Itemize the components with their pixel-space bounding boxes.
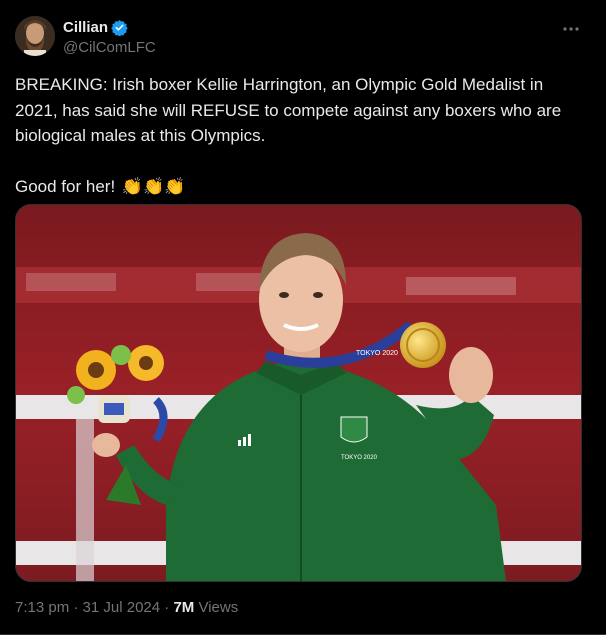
tweet-photo[interactable]: TOKYO 2020 TOKYO 2020 (15, 204, 582, 582)
tweet-paragraph-1: BREAKING: Irish boxer Kellie Harrington,… (15, 75, 562, 145)
views-label: Views (198, 599, 239, 616)
tweet-paragraph-2: Good for her! 👏👏👏 (15, 174, 575, 200)
meta-separator: · (164, 599, 170, 616)
tweet-paragraph-2-text: Good for her! (15, 176, 116, 196)
avatar[interactable] (15, 16, 55, 56)
clapping-hands-emoji: 👏👏👏 (121, 176, 186, 196)
more-icon[interactable] (560, 18, 582, 40)
tweet-text: BREAKING: Irish boxer Kellie Harrington,… (15, 72, 575, 199)
jacket-logo-text: TOKYO 2020 (341, 455, 378, 461)
display-name[interactable]: Cillian (63, 19, 108, 36)
verified-badge-icon[interactable] (111, 19, 128, 37)
handle[interactable]: @CilComLFC (63, 39, 156, 56)
views-count[interactable]: 7M (173, 599, 194, 616)
tweet[interactable]: Cillian @CilComLFC BREAKING: Irish boxer… (0, 0, 606, 635)
photo-illustration: TOKYO 2020 TOKYO 2020 (16, 205, 581, 581)
tweet-time[interactable]: 7:13 pm (15, 599, 69, 616)
medal-ribbon-text: TOKYO 2020 (356, 350, 398, 357)
tweet-meta: 7:13 pm · 31 Jul 2024 · 7M Views (15, 599, 238, 616)
tweet-date[interactable]: 31 Jul 2024 (83, 599, 161, 616)
avatar-image (15, 16, 55, 56)
meta-separator: · (73, 599, 79, 616)
